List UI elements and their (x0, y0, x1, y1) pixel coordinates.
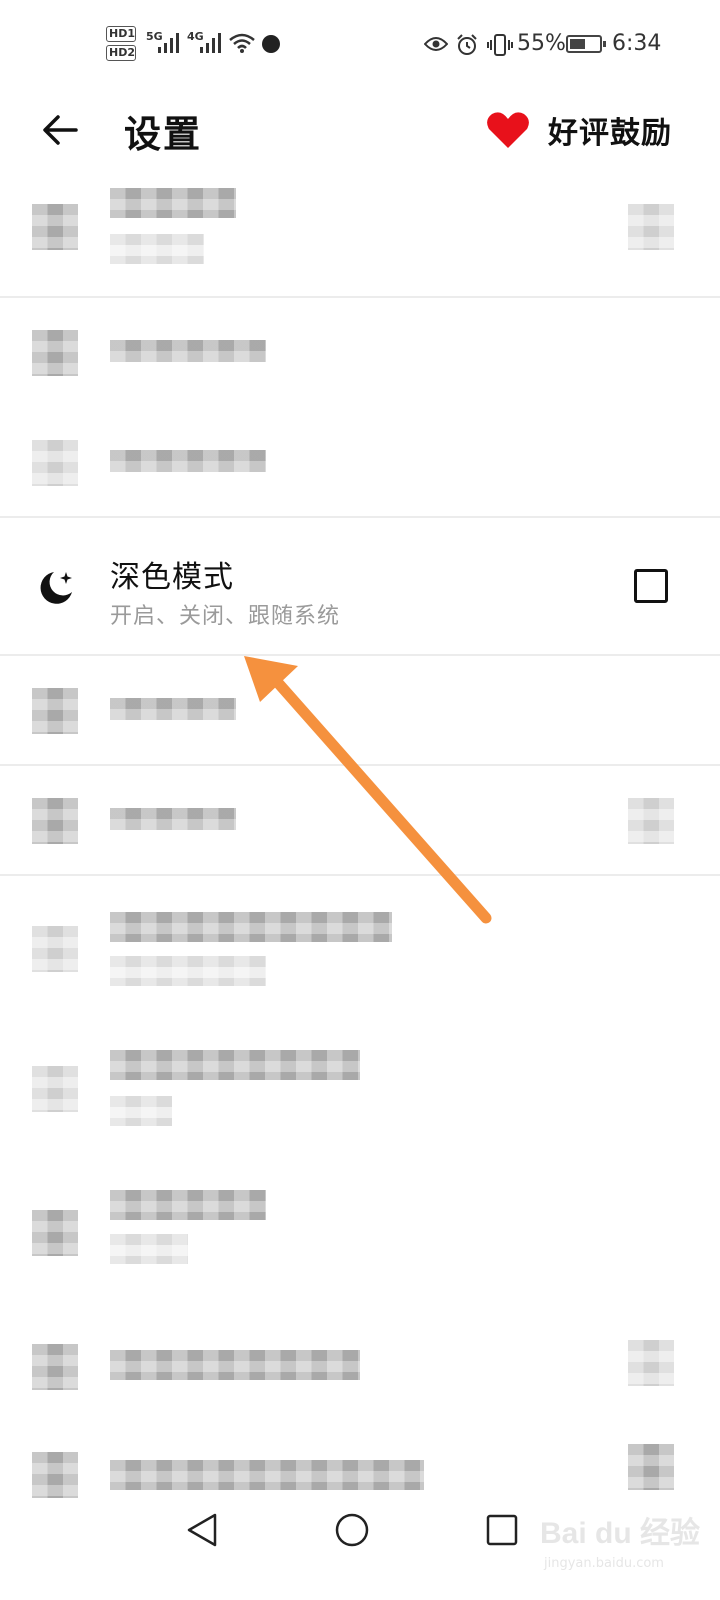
blurred-icon (32, 330, 78, 376)
blurred-icon (32, 798, 78, 844)
top-app-bar: 设置 好评鼓励 (0, 90, 720, 170)
app-notification-icon (262, 35, 280, 53)
blurred-text (110, 1234, 188, 1264)
clock: 6:34 (612, 31, 662, 56)
blurred-text (110, 340, 266, 362)
blurred-text (110, 1190, 266, 1220)
battery-fill (570, 39, 585, 49)
dark-mode-title: 深色模式 (110, 560, 234, 595)
settings-item-blurred[interactable] (0, 876, 720, 1020)
vibrate-icon (487, 34, 513, 56)
blurred-indicator (628, 1340, 674, 1386)
moon-icon (40, 572, 72, 604)
blurred-text (110, 912, 392, 942)
eye-icon (424, 37, 448, 51)
blurred-icon (32, 688, 78, 734)
hd2-badge: HD2 (106, 45, 136, 61)
blurred-text (110, 1350, 360, 1380)
page-title: 设置 (124, 113, 202, 156)
square-recents-icon (486, 1514, 518, 1546)
settings-item-blurred[interactable] (0, 1298, 720, 1430)
blurred-indicator (628, 204, 674, 250)
blurred-text (110, 234, 204, 264)
battery-percent: 55% (517, 31, 566, 56)
settings-item-blurred[interactable] (0, 298, 720, 408)
triangle-back-icon (187, 1513, 217, 1547)
blurred-text (110, 450, 266, 472)
blurred-icon (32, 1210, 78, 1256)
blurred-icon (32, 440, 78, 486)
signal-icon (158, 33, 179, 53)
blurred-text (110, 956, 266, 986)
hd-badges: HD1 HD2 (106, 26, 136, 64)
arrow-left-icon (43, 115, 78, 145)
heart-icon (487, 112, 529, 148)
nav-home-button[interactable] (322, 1502, 382, 1558)
dark-mode-checkbox[interactable] (634, 569, 668, 603)
rate-encourage-button[interactable]: 好评鼓励 (486, 102, 672, 158)
alarm-icon (457, 34, 477, 55)
blurred-indicator (628, 798, 674, 844)
settings-item-blurred[interactable] (0, 1020, 720, 1164)
blurred-icon (32, 204, 78, 250)
blurred-text (110, 698, 236, 720)
nav-recents-button[interactable] (472, 1502, 532, 1558)
nav-back-button[interactable] (172, 1502, 232, 1558)
wifi-icon (229, 33, 255, 53)
blurred-text (110, 1096, 172, 1126)
blurred-text (110, 1050, 360, 1080)
status-bar: HD1 HD2 5G 4G 55% 6:34 (0, 0, 720, 90)
dark-mode-subtitle: 开启、关闭、跟随系统 (110, 604, 341, 629)
blurred-icon (32, 1344, 78, 1390)
signal-icon-2 (200, 33, 221, 53)
rate-encourage-label: 好评鼓励 (548, 116, 672, 151)
blurred-text (110, 808, 236, 830)
settings-item-blurred[interactable] (0, 1164, 720, 1298)
settings-item-blurred[interactable] (0, 766, 720, 874)
settings-item-blurred[interactable] (0, 408, 720, 516)
settings-item-dark-mode[interactable]: 深色模式 开启、关闭、跟随系统 (0, 518, 720, 654)
battery-icon (566, 35, 606, 53)
watermark-url: jingyan.baidu.com (544, 1556, 664, 1571)
blurred-text (110, 188, 236, 218)
hd1-badge: HD1 (106, 26, 136, 42)
back-button[interactable] (30, 100, 90, 160)
watermark-brand: Bai du 经验 (540, 1517, 701, 1550)
settings-item-blurred[interactable] (0, 170, 720, 296)
settings-item-blurred[interactable] (0, 656, 720, 764)
blurred-icon (32, 926, 78, 972)
circle-home-icon (335, 1513, 369, 1547)
baidu-watermark: Bai du 经验 jingyan.baidu.com (540, 1500, 710, 1586)
blurred-icon (32, 1066, 78, 1112)
